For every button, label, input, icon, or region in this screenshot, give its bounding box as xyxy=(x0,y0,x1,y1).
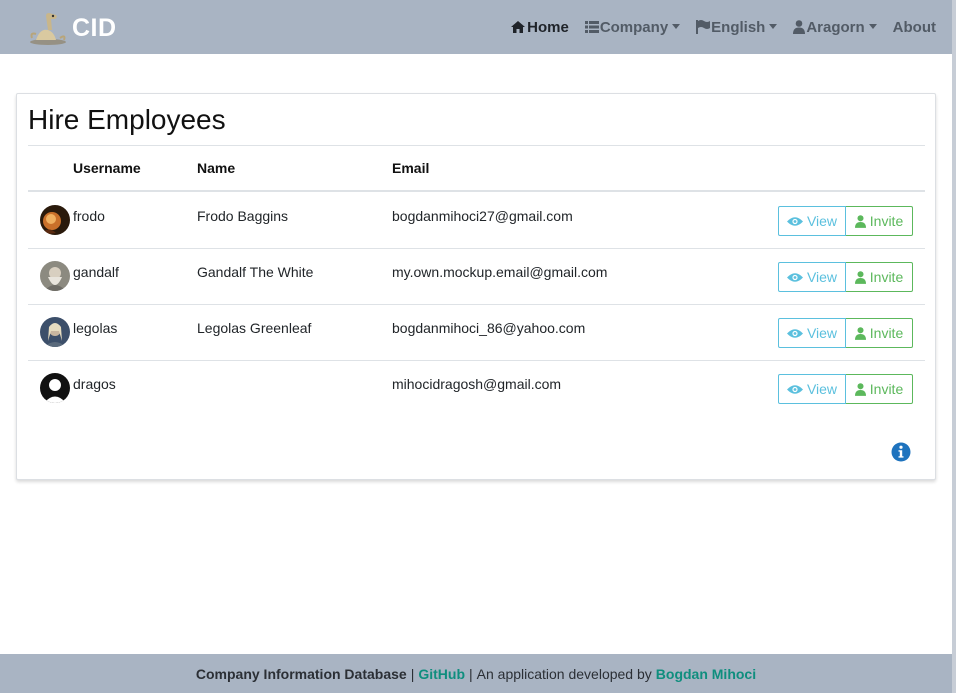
eye-icon xyxy=(786,328,803,338)
view-button[interactable]: View xyxy=(778,206,846,236)
nav-about-label: About xyxy=(892,18,936,36)
table-header: Username Name Email xyxy=(28,146,925,192)
name-cell: Legolas Greenleaf xyxy=(197,320,312,336)
nav-home-label: Home xyxy=(527,18,569,36)
view-button[interactable]: View xyxy=(778,374,846,404)
nav-company[interactable]: Company xyxy=(584,18,681,36)
footer-separator: | xyxy=(410,665,415,682)
invite-label: Invite xyxy=(869,325,904,341)
hire-employees-card: Hire Employees Username Name Email frodo… xyxy=(16,93,936,480)
email-cell: mihocidragosh@gmail.com xyxy=(392,376,562,392)
invite-button[interactable]: Invite xyxy=(846,262,913,292)
gandalf-avatar-icon xyxy=(40,261,70,291)
view-button[interactable]: View xyxy=(778,318,846,348)
nav-language[interactable]: English xyxy=(696,18,778,36)
name-cell: Frodo Baggins xyxy=(197,208,289,224)
nav-menu: Home Company English Aragorn About xyxy=(494,0,936,54)
invite-label: Invite xyxy=(869,213,904,229)
row-actions: View Invite xyxy=(778,206,913,236)
eye-icon xyxy=(786,272,803,282)
invite-label: Invite xyxy=(869,269,904,285)
github-link[interactable]: GitHub xyxy=(418,666,465,682)
chevron-down-icon xyxy=(769,23,778,29)
top-navbar: CID Home Company English Aragorn About xyxy=(0,0,952,54)
footer-separator: | xyxy=(469,665,473,682)
footer: Company Information Database | GitHub | … xyxy=(0,654,952,693)
row-actions: View Invite xyxy=(778,262,913,292)
brand[interactable]: CID xyxy=(26,10,117,46)
invite-button[interactable]: Invite xyxy=(846,206,913,236)
user-icon xyxy=(854,326,866,340)
email-cell: bogdanmihoci27@gmail.com xyxy=(392,208,573,224)
nav-language-label: English xyxy=(711,18,766,36)
user-icon xyxy=(854,214,866,228)
nav-about[interactable]: About xyxy=(893,19,936,36)
avatar xyxy=(40,317,70,347)
brand-name: CID xyxy=(72,13,117,42)
user-icon xyxy=(854,382,866,396)
view-label: View xyxy=(806,381,838,397)
eye-icon xyxy=(786,216,803,226)
username-cell: gandalf xyxy=(73,264,119,280)
invite-button[interactable]: Invite xyxy=(846,374,913,404)
nav-user[interactable]: Aragorn xyxy=(793,18,877,36)
nav-user-label: Aragorn xyxy=(806,18,865,36)
info-icon[interactable] xyxy=(891,442,911,462)
nav-home[interactable]: Home xyxy=(510,19,569,36)
author-link[interactable]: Bogdan Mihoci xyxy=(656,666,756,682)
invite-label: Invite xyxy=(869,381,904,397)
window-scrollbar[interactable] xyxy=(952,0,956,693)
username-cell: legolas xyxy=(73,320,118,336)
table-row: gandalf Gandalf The White my.own.mockup.… xyxy=(28,249,925,305)
nav-company-label: Company xyxy=(599,18,669,36)
table-row: dragos mihocidragosh@gmail.com View Invi… xyxy=(28,361,925,417)
list-icon xyxy=(584,21,599,33)
brand-logo-icon xyxy=(30,13,66,45)
legolas-avatar-icon xyxy=(40,317,70,347)
view-label: View xyxy=(806,213,838,229)
column-header-email: Email xyxy=(392,160,430,176)
chevron-down-icon xyxy=(672,23,681,29)
email-cell: my.own.mockup.email@gmail.com xyxy=(392,264,608,280)
table-row: frodo Frodo Baggins bogdanmihoci27@gmail… xyxy=(28,193,925,249)
email-cell: bogdanmihoci_86@yahoo.com xyxy=(392,320,586,336)
username-cell: dragos xyxy=(73,376,116,392)
row-actions: View Invite xyxy=(778,374,913,404)
table-row: legolas Legolas Greenleaf bogdanmihoci_8… xyxy=(28,305,925,361)
row-actions: View Invite xyxy=(778,318,913,348)
invite-button[interactable]: Invite xyxy=(846,318,913,348)
username-cell: frodo xyxy=(73,208,105,224)
eye-icon xyxy=(786,384,803,394)
column-header-name: Name xyxy=(197,160,236,176)
user-icon xyxy=(854,270,866,284)
avatar xyxy=(40,373,70,403)
avatar xyxy=(40,261,70,291)
footer-app-name: Company Information Database xyxy=(195,665,407,682)
default-avatar-icon xyxy=(40,373,70,403)
column-header-username: Username xyxy=(73,160,141,176)
chevron-down-icon xyxy=(868,23,877,29)
footer-developed-text: An application developed by xyxy=(476,665,652,682)
view-label: View xyxy=(806,325,838,341)
avatar xyxy=(40,205,70,235)
view-label: View xyxy=(806,269,838,285)
frodo-avatar-icon xyxy=(40,205,70,235)
flag-icon xyxy=(696,20,711,34)
user-icon xyxy=(793,20,806,34)
home-icon xyxy=(511,21,526,33)
view-button[interactable]: View xyxy=(778,262,846,292)
page-title: Hire Employees xyxy=(28,104,226,135)
name-cell: Gandalf The White xyxy=(197,264,314,280)
